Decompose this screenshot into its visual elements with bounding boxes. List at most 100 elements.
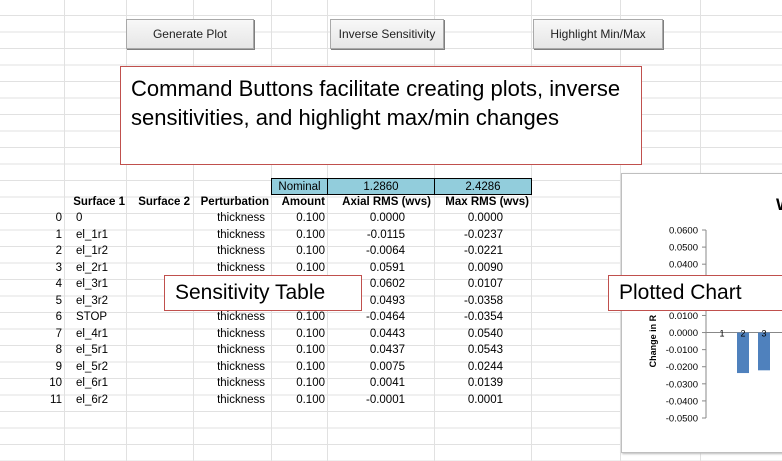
chart-bar	[737, 332, 749, 374]
row-index: 0	[55, 212, 62, 224]
header-perturbation: Perturbation	[200, 196, 269, 208]
chart-y-tick-label: 0.0100	[669, 311, 698, 322]
row-index: 7	[55, 327, 62, 340]
nominal-axial-value: 1.2860	[327, 178, 435, 195]
cell-max-rms: 0.0090	[467, 261, 503, 274]
cell-max-rms: 0.0107	[467, 278, 503, 290]
cell-surface-1: el_6r1	[76, 377, 108, 389]
row-index: 4	[55, 278, 62, 290]
cell-axial-rms: 0.0000	[369, 212, 405, 224]
cell-max-rms: -0.0358	[463, 294, 503, 307]
row-index: 6	[55, 311, 62, 323]
cell-amount: 0.100	[296, 327, 325, 340]
cell-max-rms: 0.0139	[467, 377, 503, 389]
row-index: 1	[55, 228, 62, 241]
cell-max-rms: -0.0221	[463, 245, 503, 257]
cell-surface-1: el_3r2	[76, 294, 108, 307]
cell-amount: 0.100	[296, 393, 325, 406]
cell-max-rms: 0.0244	[467, 360, 503, 373]
nominal-label: Nominal	[271, 178, 328, 195]
sensitivity-table-callout: Sensitivity Table	[164, 275, 362, 311]
chart-title: Wav	[776, 195, 782, 214]
plotted-chart-callout: Plotted Chart	[608, 275, 782, 311]
chart-y-label: Change in R	[648, 314, 658, 367]
cell-surface-1: el_2r1	[76, 261, 108, 274]
cell-axial-rms: -0.0464	[365, 311, 405, 323]
cell-max-rms: 0.0000	[467, 212, 503, 224]
cell-surface-1: el_4r1	[76, 327, 108, 340]
cell-max-rms: 0.0001	[467, 393, 503, 406]
header-max-rms: Max RMS (wvs)	[445, 196, 529, 208]
row-index: 8	[55, 344, 62, 356]
chart-y-tick-label: 0.0000	[669, 328, 698, 339]
cell-amount: 0.100	[296, 360, 325, 373]
cell-amount: 0.100	[296, 311, 325, 323]
row-index: 5	[55, 294, 62, 307]
chart-y-tick-label: 0.0500	[669, 243, 698, 254]
chart-y-tick-label: -0.0200	[666, 362, 698, 373]
cell-perturbation: thickness	[217, 327, 265, 340]
cell-max-rms: -0.0354	[463, 311, 503, 323]
cell-surface-1: el_6r2	[76, 393, 108, 406]
header-surface-1: Surface 1	[73, 196, 125, 208]
cell-amount: 0.100	[296, 377, 325, 389]
generate-plot-button[interactable]: Generate Plot	[126, 19, 254, 49]
row-index: 10	[49, 377, 62, 389]
cell-surface-1: el_3r1	[76, 278, 108, 290]
cell-axial-rms: 0.0437	[369, 344, 405, 356]
cell-axial-rms: 0.0041	[369, 377, 405, 389]
chart-x-tick-label: 1	[719, 329, 724, 339]
cell-perturbation: thickness	[217, 212, 265, 224]
cell-surface-1: STOP	[76, 311, 108, 323]
cell-max-rms: -0.0237	[463, 228, 503, 241]
plotted-chart[interactable]: Wav0.06000.05000.04000.03000.02000.01000…	[621, 173, 782, 453]
chart-y-tick-label: 0.0600	[669, 226, 698, 237]
cell-perturbation: thickness	[217, 393, 265, 406]
chart-x-tick-label: 2	[740, 329, 745, 339]
cell-surface-1: el_1r2	[76, 245, 108, 257]
cell-perturbation: thickness	[217, 360, 265, 373]
header-surface-2: Surface 2	[138, 196, 190, 208]
chart-svg: Wav0.06000.05000.04000.03000.02000.01000…	[648, 195, 782, 425]
cell-surface-1: el_5r2	[76, 360, 108, 373]
grid-column-line	[64, 0, 65, 461]
cell-perturbation: thickness	[217, 245, 265, 257]
cell-axial-rms: 0.0591	[369, 261, 405, 274]
cell-surface-1: el_1r1	[76, 228, 108, 241]
command-buttons-callout: Command Buttons facilitate creating plot…	[120, 66, 642, 165]
cell-amount: 0.100	[296, 344, 325, 356]
cell-perturbation: thickness	[217, 311, 265, 323]
cell-surface-1: 0	[76, 212, 83, 224]
chart-y-tick-label: 0.0400	[669, 260, 698, 271]
inverse-sensitivity-button[interactable]: Inverse Sensitivity	[330, 19, 444, 49]
cell-amount: 0.100	[296, 261, 325, 274]
chart-y-tick-label: -0.0500	[666, 414, 698, 425]
cell-perturbation: thickness	[217, 377, 265, 389]
cell-max-rms: 0.0540	[467, 327, 503, 340]
cell-axial-rms: 0.0075	[369, 360, 405, 373]
header-amount: Amount	[281, 196, 325, 208]
chart-x-tick-label: 3	[761, 329, 766, 339]
cell-amount: 0.100	[296, 245, 325, 257]
cell-perturbation: thickness	[217, 344, 265, 356]
cell-surface-1: el_5r1	[76, 344, 108, 356]
cell-perturbation: thickness	[217, 228, 265, 241]
cell-axial-rms: 0.0443	[369, 327, 405, 340]
row-index: 2	[55, 245, 62, 257]
cell-amount: 0.100	[296, 212, 325, 224]
cell-amount: 0.100	[296, 228, 325, 241]
highlight-min-max-button[interactable]: Highlight Min/Max	[533, 19, 663, 49]
cell-axial-rms: -0.0115	[366, 228, 405, 241]
row-index: 3	[55, 261, 62, 274]
nominal-max-value: 2.4286	[434, 178, 532, 195]
cell-axial-rms: -0.0001	[365, 393, 405, 406]
cell-max-rms: 0.0543	[467, 344, 503, 356]
row-index: 11	[50, 393, 62, 406]
chart-y-tick-label: -0.0100	[666, 345, 698, 356]
chart-y-tick-label: -0.0400	[666, 396, 698, 407]
chart-y-tick-label: -0.0300	[666, 379, 698, 390]
row-index: 9	[55, 360, 62, 373]
header-axial-rms: Axial RMS (wvs)	[342, 196, 431, 208]
cell-perturbation: thickness	[217, 261, 265, 274]
cell-axial-rms: -0.0064	[365, 245, 405, 257]
